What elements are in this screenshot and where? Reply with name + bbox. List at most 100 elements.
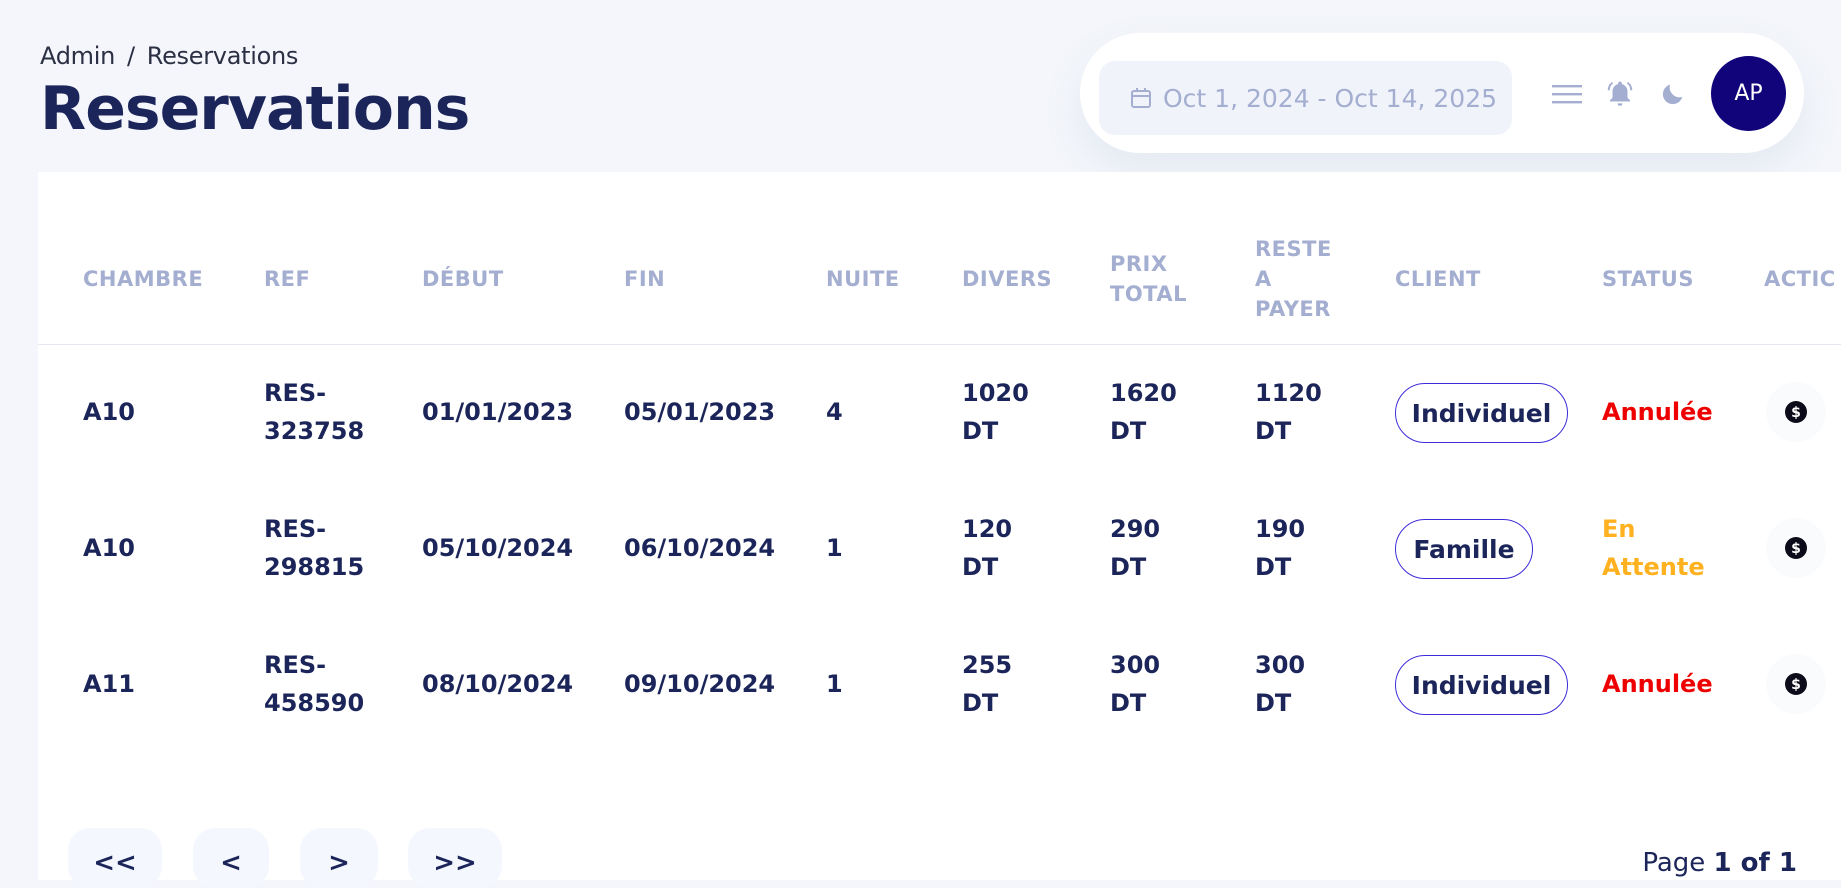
cell-prix-amount: 1620 xyxy=(1110,379,1177,407)
header-ref[interactable]: REF xyxy=(264,264,310,294)
breadcrumb-current: Reservations xyxy=(146,42,299,70)
cell-fin: 05/01/2023 xyxy=(624,398,776,426)
cell-prix-currency: DT xyxy=(1110,689,1147,717)
moon-icon[interactable] xyxy=(1656,77,1690,111)
reservations-table: CHAMBRE REF DÉBUT FIN NUITE DIVERS PRIX … xyxy=(38,172,1841,880)
date-range-picker[interactable]: Oct 1, 2024 - Oct 14, 2025 xyxy=(1099,61,1512,135)
status-line2: Attente xyxy=(1602,553,1705,581)
first-page-button[interactable]: << xyxy=(68,828,162,888)
cell-divers-amount: 1020 xyxy=(962,379,1029,407)
header-chambre[interactable]: CHAMBRE xyxy=(83,264,203,294)
cell-reste-amount: 190 xyxy=(1255,515,1306,543)
cell-divers-amount: 255 xyxy=(962,651,1013,679)
status-badge: Annulée xyxy=(1602,665,1713,703)
cell-reste-currency: DT xyxy=(1255,553,1292,581)
client-type-badge[interactable]: Famille xyxy=(1395,519,1533,579)
cell-chambre: A10 xyxy=(83,398,135,426)
header-status[interactable]: STATUS xyxy=(1602,264,1694,294)
page-title: Reservations xyxy=(40,74,470,144)
cell-ref-line1: RES- xyxy=(264,651,327,679)
status-line1: En xyxy=(1602,515,1636,543)
cell-prix-total: 300 DT xyxy=(1110,646,1160,722)
header-reste-line2: A xyxy=(1255,267,1272,291)
header-reste-a-payer[interactable]: RESTE A PAYER xyxy=(1255,234,1332,324)
cell-debut: 08/10/2024 xyxy=(422,670,574,698)
table-row: A10 RES- 323758 01/01/2023 05/01/2023 4 … xyxy=(38,344,1841,480)
cell-divers-currency: DT xyxy=(962,689,999,717)
cell-nuite: 1 xyxy=(826,670,843,698)
next-page-button[interactable]: > xyxy=(300,828,378,888)
cell-reste-amount: 300 xyxy=(1255,651,1306,679)
menu-icon[interactable] xyxy=(1550,77,1584,111)
cell-nuite: 1 xyxy=(826,534,843,562)
status-line1: Annulée xyxy=(1602,670,1713,698)
cell-ref-line1: RES- xyxy=(264,515,327,543)
breadcrumb: Admin / Reservations xyxy=(40,42,298,70)
header-fin[interactable]: FIN xyxy=(624,264,665,294)
cell-ref-line2: 298815 xyxy=(264,553,365,581)
page-indicator: Page 1 of 1 xyxy=(1642,848,1797,878)
cell-chambre: A10 xyxy=(83,534,135,562)
cell-ref-line1: RES- xyxy=(264,379,327,407)
svg-text:$: $ xyxy=(1791,677,1801,693)
cell-prix-currency: DT xyxy=(1110,417,1147,445)
page-value: 1 of 1 xyxy=(1713,848,1797,878)
header-action[interactable]: ACTIC xyxy=(1764,264,1836,294)
table-row: A11 RES- 458590 08/10/2024 09/10/2024 1 … xyxy=(38,616,1841,752)
cell-prix-currency: DT xyxy=(1110,553,1147,581)
table-header: CHAMBRE REF DÉBUT FIN NUITE DIVERS PRIX … xyxy=(38,172,1841,345)
svg-text:$: $ xyxy=(1791,541,1801,557)
cell-reste: 300 DT xyxy=(1255,646,1305,722)
cell-prix-amount: 300 xyxy=(1110,651,1161,679)
cell-nuite: 4 xyxy=(826,398,843,426)
prev-page-button[interactable]: < xyxy=(193,828,269,888)
header-reste-line3: PAYER xyxy=(1255,297,1331,321)
cell-divers-currency: DT xyxy=(962,553,999,581)
cell-chambre: A11 xyxy=(83,670,135,698)
cell-debut: 01/01/2023 xyxy=(422,398,574,426)
cell-debut: 05/10/2024 xyxy=(422,534,574,562)
cell-reste: 190 DT xyxy=(1255,510,1305,586)
payment-action-button[interactable]: $ xyxy=(1766,382,1826,442)
header-nuite[interactable]: NUITE xyxy=(826,264,900,294)
breadcrumb-separator: / xyxy=(127,42,135,70)
cell-reste-amount: 1120 xyxy=(1255,379,1322,407)
client-type-badge[interactable]: Individuel xyxy=(1395,383,1568,443)
breadcrumb-root[interactable]: Admin xyxy=(40,42,115,70)
header-divers[interactable]: DIVERS xyxy=(962,264,1052,294)
cell-ref-line2: 323758 xyxy=(264,417,365,445)
payment-action-button[interactable]: $ xyxy=(1766,654,1826,714)
toolbar: Oct 1, 2024 - Oct 14, 2025 AP xyxy=(1080,33,1804,153)
cell-prix-total: 1620 DT xyxy=(1110,374,1177,450)
status-badge: Annulée xyxy=(1602,393,1713,431)
header-prix-total-line1: PRIX xyxy=(1110,252,1168,276)
cell-reste-currency: DT xyxy=(1255,417,1292,445)
last-page-button[interactable]: >> xyxy=(408,828,502,888)
table-row: A10 RES- 298815 05/10/2024 06/10/2024 1 … xyxy=(38,480,1841,616)
dollar-coin-icon: $ xyxy=(1785,673,1807,695)
client-type-badge[interactable]: Individuel xyxy=(1395,655,1568,715)
bell-icon[interactable] xyxy=(1603,77,1637,111)
header-prix-total[interactable]: PRIX TOTAL xyxy=(1110,249,1187,309)
dollar-coin-icon: $ xyxy=(1785,401,1807,423)
cell-ref: RES- 458590 xyxy=(264,646,364,722)
cell-divers: 120 DT xyxy=(962,510,1012,586)
cell-ref-line2: 458590 xyxy=(264,689,365,717)
page-prefix: Page xyxy=(1642,848,1706,878)
header-debut[interactable]: DÉBUT xyxy=(422,264,504,294)
cell-divers-amount: 120 xyxy=(962,515,1013,543)
svg-text:$: $ xyxy=(1791,405,1801,421)
date-range-text: Oct 1, 2024 - Oct 14, 2025 xyxy=(1163,83,1498,113)
cell-ref: RES- 323758 xyxy=(264,374,364,450)
avatar[interactable]: AP xyxy=(1711,56,1786,131)
cell-prix-total: 290 DT xyxy=(1110,510,1160,586)
calendar-icon xyxy=(1131,88,1151,108)
header-client[interactable]: CLIENT xyxy=(1395,264,1481,294)
cell-fin: 06/10/2024 xyxy=(624,534,776,562)
status-line1: Annulée xyxy=(1602,398,1713,426)
payment-action-button[interactable]: $ xyxy=(1766,518,1826,578)
dollar-coin-icon: $ xyxy=(1785,537,1807,559)
cell-divers-currency: DT xyxy=(962,417,999,445)
header-prix-total-line2: TOTAL xyxy=(1110,282,1188,306)
cell-divers: 1020 DT xyxy=(962,374,1029,450)
